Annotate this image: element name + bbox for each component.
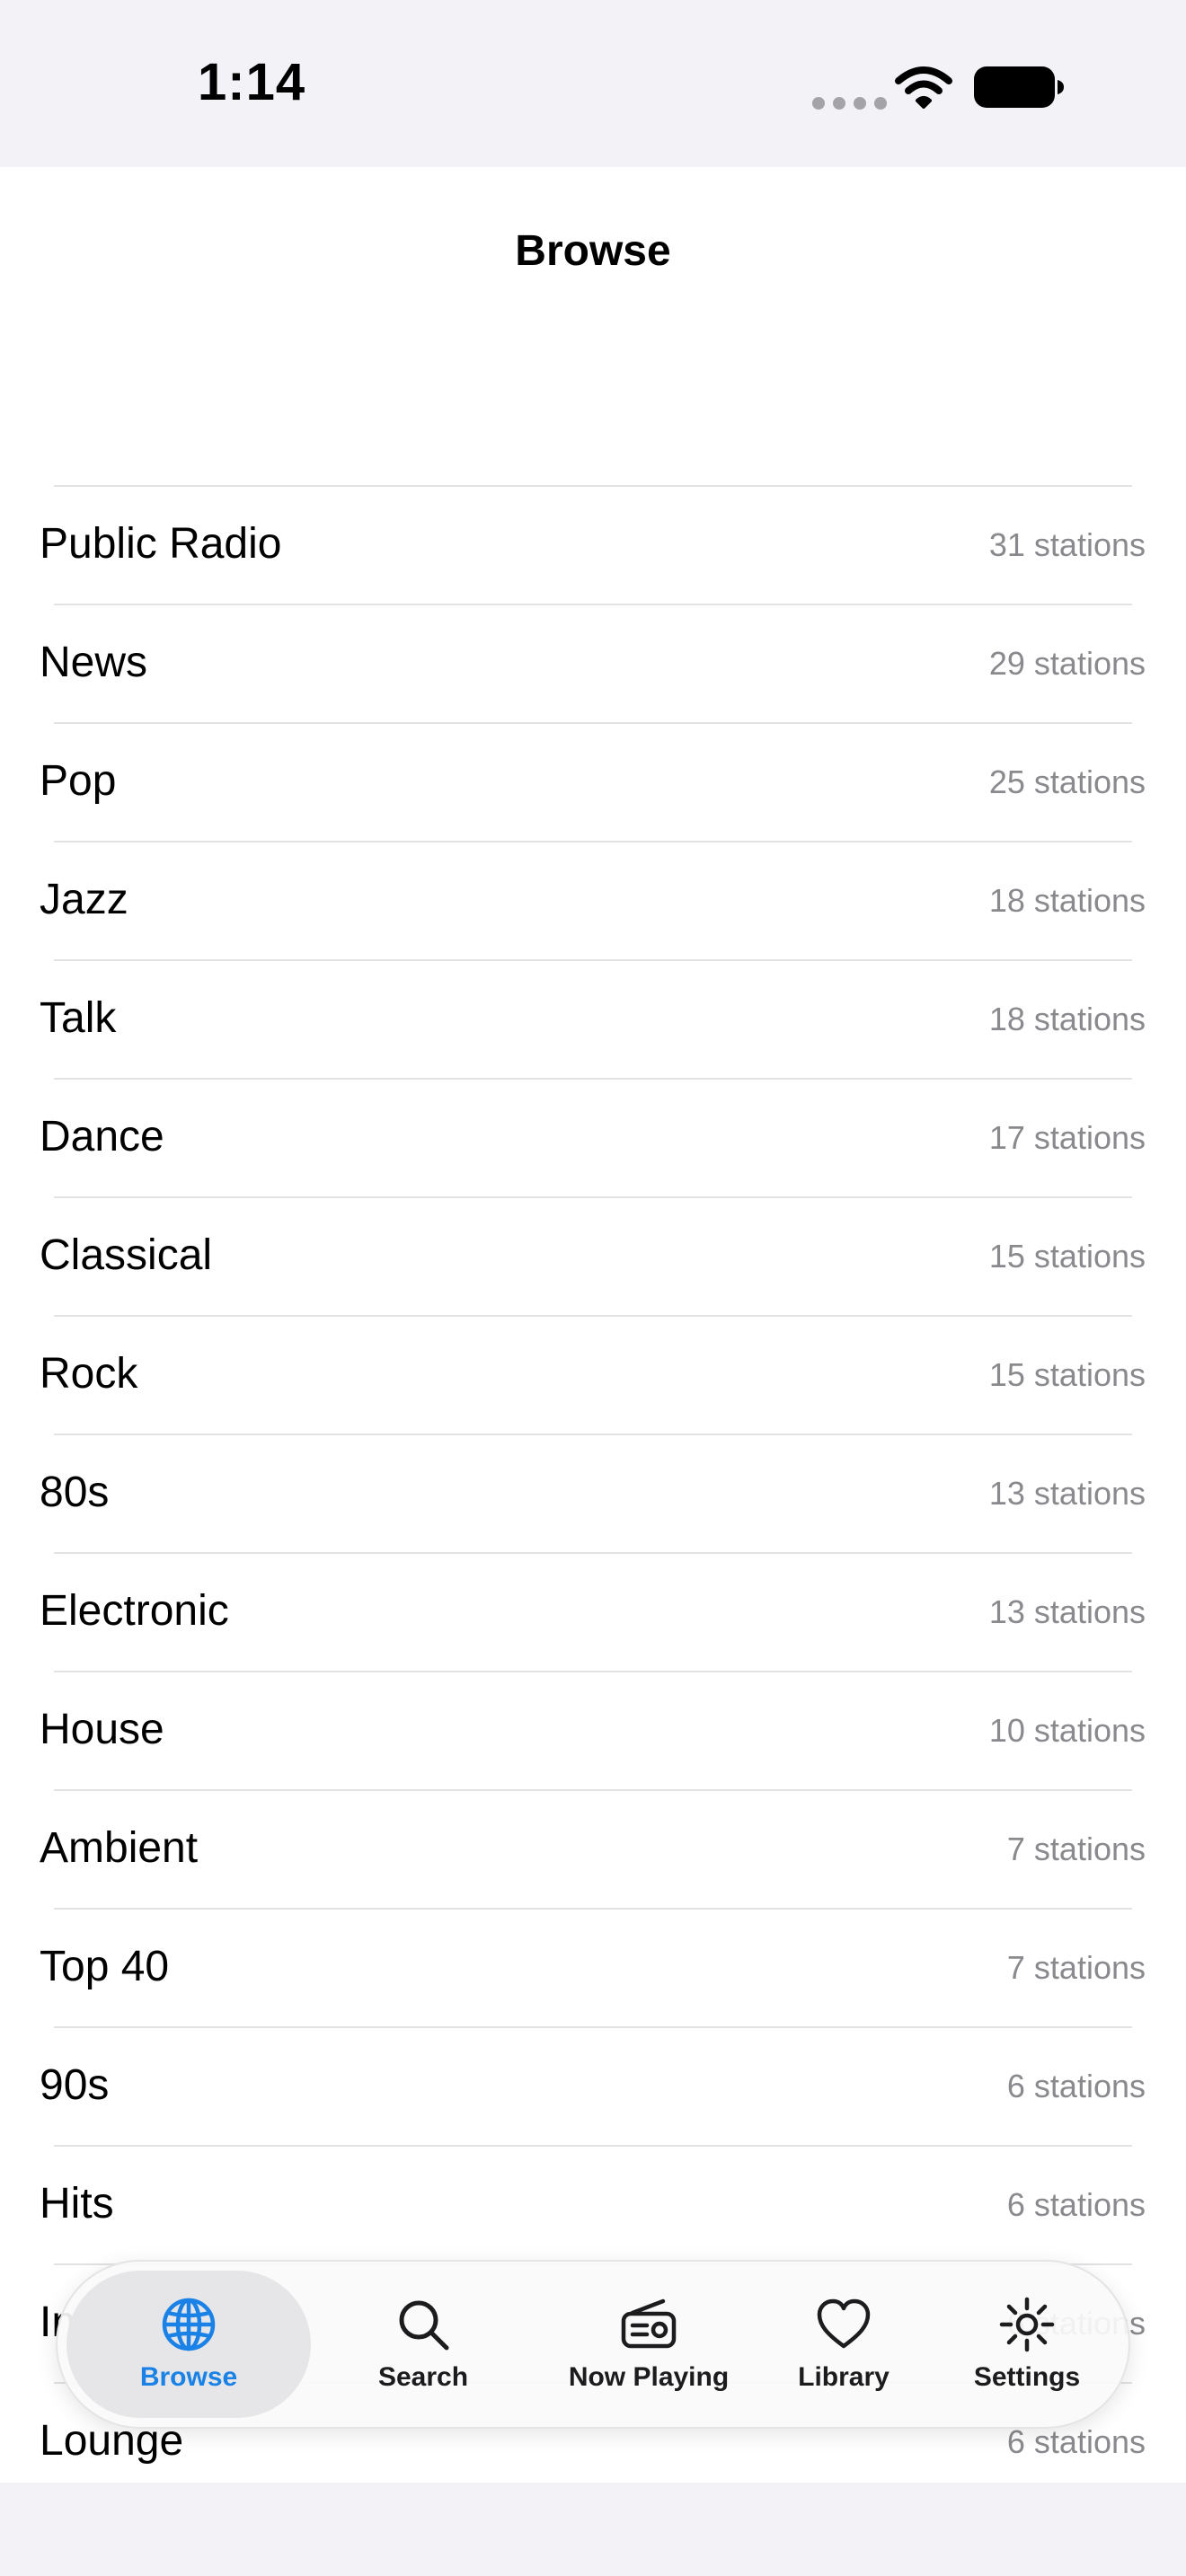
browse-screen: Browse Public Radio 31 stations News 29 sta… <box>0 167 1186 2483</box>
tab-label: Search <box>377 2362 469 2392</box>
genre-name: Classical <box>40 1231 213 1279</box>
station-count: 13 stations <box>988 1475 1146 1512</box>
genre-row[interactable]: News 29 stations <box>40 605 1146 724</box>
screen: 1:14 Browse Public Radio 31 stations News 2… <box>0 0 1186 2576</box>
station-count: 7 stations <box>1006 1949 1146 1986</box>
wifi-icon <box>895 66 952 109</box>
genre-name: 80s <box>40 1469 110 1516</box>
genre-row[interactable]: Classical 15 stations <box>40 1198 1146 1317</box>
cellular-signal-icon <box>812 97 887 110</box>
genre-name: Hits <box>40 2180 114 2228</box>
genre-row[interactable]: 90s 6 stations <box>40 2028 1146 2147</box>
station-count: 13 stations <box>988 1593 1146 1630</box>
heart-icon <box>817 2298 871 2349</box>
tab-library[interactable]: Library <box>749 2271 938 2418</box>
genre-name: News <box>40 639 148 686</box>
genre-row[interactable]: Ambient 7 stations <box>40 1791 1146 1910</box>
globe-icon <box>162 2298 216 2351</box>
genre-row[interactable]: Pop 25 stations <box>40 724 1146 842</box>
page-title: Browse <box>515 227 671 275</box>
genre-row[interactable]: Public Radio 31 stations <box>40 487 1146 605</box>
tab-label: Library <box>798 2362 890 2392</box>
station-count: 7 stations <box>1006 1831 1146 1867</box>
radio-icon <box>621 2298 677 2349</box>
tab-settings[interactable]: Settings <box>933 2271 1121 2418</box>
station-count: 15 stations <box>988 1238 1146 1275</box>
genre-row[interactable]: Dance 17 stations <box>40 1080 1146 1198</box>
status-bar: 1:14 <box>0 0 1186 167</box>
station-count: 18 stations <box>988 1001 1146 1037</box>
tab-label: Browse <box>139 2362 238 2392</box>
tab-label: Now Playing <box>568 2362 730 2392</box>
genre-name: Top 40 <box>40 1943 170 1990</box>
genre-row[interactable]: House 10 stations <box>40 1672 1146 1791</box>
genre-name: Talk <box>40 994 117 1042</box>
station-count: 17 stations <box>988 1119 1146 1156</box>
station-count: 31 stations <box>988 526 1146 563</box>
status-time: 1:14 <box>198 53 306 111</box>
station-count: 6 stations <box>1006 2186 1146 2223</box>
genre-name: 90s <box>40 2061 110 2109</box>
genre-row[interactable]: Electronic 13 stations <box>40 1554 1146 1672</box>
station-count: 6 stations <box>1006 2068 1146 2104</box>
station-count: 25 stations <box>988 763 1146 800</box>
station-count: 29 stations <box>988 645 1146 682</box>
genre-name: Ambient <box>40 1824 199 1872</box>
genre-name: Electronic <box>40 1587 229 1635</box>
genre-name: Public Radio <box>40 520 282 568</box>
battery-icon <box>974 66 1064 108</box>
home-indicator-area <box>0 2483 1186 2576</box>
tab-label: Settings <box>973 2362 1081 2392</box>
magnifier-icon <box>399 2300 449 2351</box>
genre-list: Public Radio 31 stations News 29 stations Po… <box>0 485 1186 2483</box>
genre-row[interactable]: Rock 15 stations <box>40 1317 1146 1435</box>
gear-icon <box>999 2297 1055 2352</box>
station-count: 10 stations <box>988 1712 1146 1749</box>
genre-row[interactable]: Talk 18 stations <box>40 961 1146 1080</box>
genre-row[interactable]: Jazz 18 stations <box>40 842 1146 961</box>
tab-search[interactable]: Search <box>329 2271 518 2418</box>
genre-name: Pop <box>40 757 117 805</box>
station-count: 6 stations <box>1006 2423 1146 2460</box>
genre-name: Jazz <box>40 876 128 923</box>
genre-row[interactable]: Hits 6 stations <box>40 2147 1146 2265</box>
genre-name: Dance <box>40 1113 164 1160</box>
genre-row[interactable]: 80s 13 stations <box>40 1435 1146 1554</box>
station-count: 15 stations <box>988 1356 1146 1393</box>
tab-bar: Browse Search Now Playing Library Settin… <box>56 2260 1130 2429</box>
tab-now-playing[interactable]: Now Playing <box>507 2271 791 2418</box>
tab-browse[interactable]: Browse <box>66 2271 311 2418</box>
genre-row[interactable]: Top 40 7 stations <box>40 1910 1146 2028</box>
genre-name: Rock <box>40 1350 138 1398</box>
genre-name: House <box>40 1706 164 1753</box>
station-count: 18 stations <box>988 882 1146 919</box>
